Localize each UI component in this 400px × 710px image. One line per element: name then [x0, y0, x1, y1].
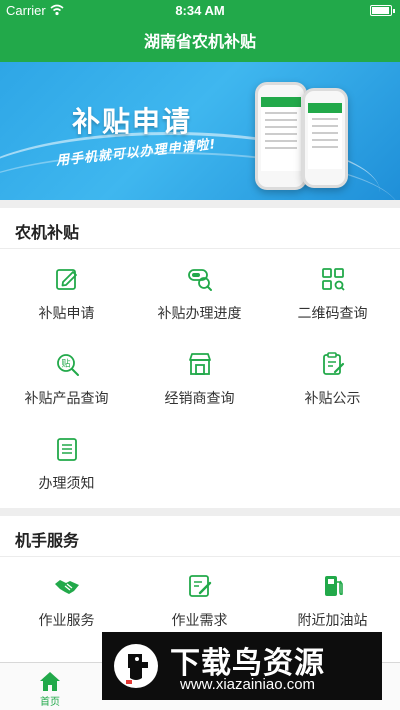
page-title: 湖南省农机补贴	[143, 32, 256, 51]
section-title: 机手服务	[15, 531, 80, 550]
home-icon	[40, 672, 60, 691]
watermark: 下载鸟资源 www.xiazainiao.com	[102, 632, 382, 700]
grid-item-subsidy-notice[interactable]: 补贴公示	[266, 351, 399, 431]
nav-bar: 湖南省农机补贴	[0, 22, 400, 62]
status-bar: Carrier 8:34 AM	[0, 0, 400, 22]
grid-item-label: 作业服务	[38, 613, 95, 629]
grid-item-qrcode[interactable]: 二维码查询	[266, 266, 399, 346]
bird-logo-icon	[114, 644, 158, 688]
grid-item-product-search[interactable]: 贴 补贴产品查询	[0, 351, 133, 431]
grid-item-label: 作业需求	[171, 613, 228, 629]
section-title: 农机补贴	[15, 223, 80, 242]
section-subsidy: 农机补贴 补贴申请 补贴办理进度 二维码查询 贴 补贴产品查询 经销商查询 补贴…	[0, 208, 400, 508]
grid-item-label: 补贴申请	[38, 306, 95, 322]
grid-item-subsidy-apply[interactable]: 补贴申请	[0, 266, 133, 346]
battery-icon	[370, 5, 395, 16]
edit-icon	[56, 269, 77, 290]
tab-home[interactable]: 首页	[0, 663, 100, 710]
clock: 8:34 AM	[175, 3, 225, 18]
grid-item-label: 补贴公示	[304, 391, 361, 407]
notice-icon	[323, 352, 345, 375]
watermark-url: www.xiazainiao.com	[180, 676, 316, 693]
phone-illustration	[302, 88, 348, 188]
grid-item-label: 办理须知	[38, 476, 95, 492]
grid-item-progress[interactable]: 补贴办理进度	[133, 266, 266, 346]
document-icon	[57, 438, 77, 461]
gas-station-icon	[325, 576, 343, 596]
demand-icon	[189, 575, 212, 597]
phone-illustration	[255, 82, 307, 190]
tab-label: 首页	[40, 697, 60, 708]
progress-search-icon	[188, 269, 212, 291]
handshake-icon	[55, 580, 79, 594]
grid-item-label: 附近加油站	[297, 613, 368, 629]
grid-item-label: 二维码查询	[297, 306, 368, 322]
qrcode-icon	[322, 268, 345, 291]
grid-item-label: 补贴办理进度	[157, 306, 242, 322]
grid-item-guide[interactable]: 办理须知	[0, 436, 133, 516]
svg-text:贴: 贴	[61, 358, 70, 370]
grid-item-dealer-search[interactable]: 经销商查询	[133, 351, 266, 431]
grid-item-label: 经销商查询	[164, 391, 235, 407]
grid-item-label: 补贴产品查询	[24, 391, 109, 407]
product-search-icon: 贴	[57, 354, 79, 376]
banner-title: 补贴申请	[72, 105, 193, 138]
promo-banner[interactable]: 补贴申请 用手机就可以办理申请啦!	[0, 62, 400, 200]
store-icon	[189, 353, 211, 375]
